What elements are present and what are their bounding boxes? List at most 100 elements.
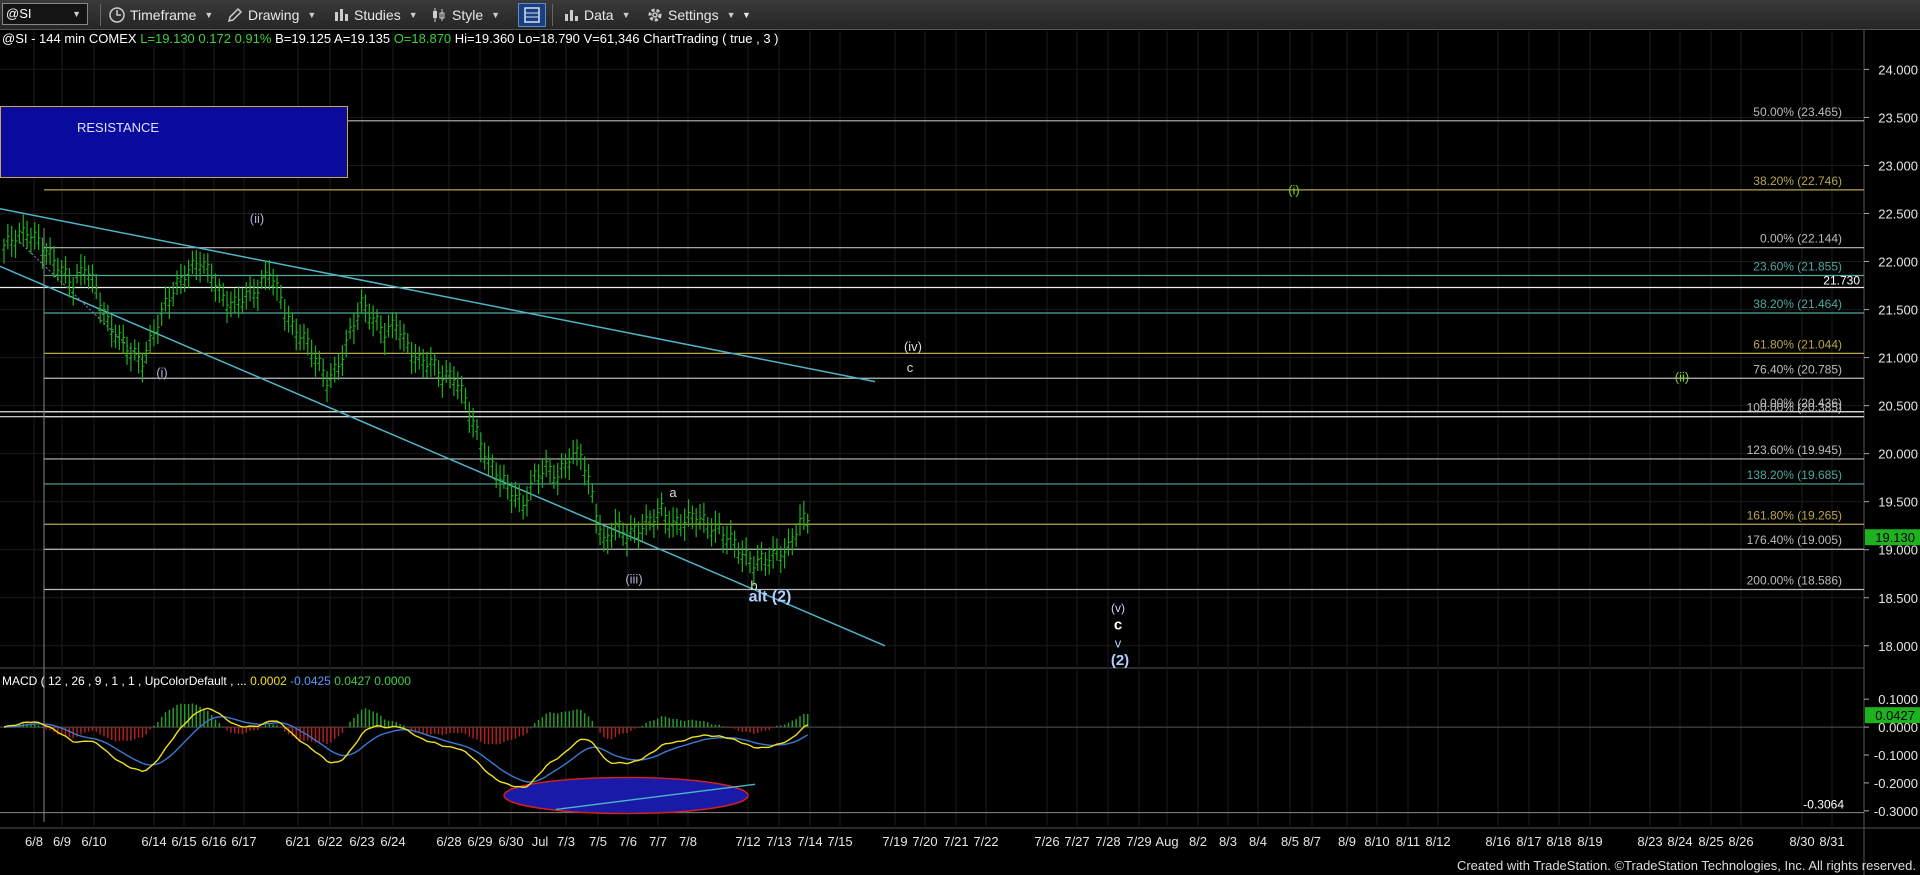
chevron-down-icon: ▼	[307, 10, 317, 20]
x-tick-label: 8/5	[1281, 834, 1299, 849]
fib-level-label: 200.00% (18.586)	[1747, 573, 1842, 587]
resistance-label: RESISTANCE	[77, 120, 160, 135]
level-label: 21.730	[1823, 273, 1860, 287]
toolbar-divider	[552, 4, 553, 26]
gear-icon	[648, 8, 662, 22]
x-tick-label: 8/25	[1698, 834, 1723, 849]
wave-label: (iv)	[904, 339, 922, 354]
x-tick-label: 8/24	[1667, 834, 1692, 849]
info-open: O=18.870	[393, 31, 452, 46]
x-tick-label: 8/9	[1338, 834, 1356, 849]
y-tick-label: 18.000	[1878, 639, 1918, 654]
x-tick-label: 6/10	[81, 834, 106, 849]
studies-button[interactable]: Studies ▼	[332, 4, 418, 26]
wave-label: (i)	[1288, 182, 1300, 197]
chevron-down-icon: ▼	[72, 9, 81, 19]
x-tick-label: 7/13	[766, 834, 791, 849]
x-tick-label: 8/23	[1637, 834, 1662, 849]
y-tick-label: 20.000	[1878, 447, 1918, 462]
x-tick-label: 6/8	[25, 834, 43, 849]
fib-level-label: 138.20% (19.685)	[1747, 468, 1842, 482]
x-tick-label: 6/24	[380, 834, 405, 849]
wave-label: alt (2)	[749, 589, 792, 606]
x-tick-label: 8/17	[1516, 834, 1541, 849]
timeframe-button[interactable]: Timeframe ▼	[108, 4, 213, 26]
x-tick-label: 7/27	[1064, 834, 1089, 849]
x-tick-label: 6/22	[317, 834, 342, 849]
info-exchange: COMEX	[88, 31, 137, 46]
drawing-button[interactable]: Drawing ▼	[226, 4, 316, 26]
macd-signal-line	[3, 716, 809, 783]
style-button[interactable]: Style ▼	[430, 4, 500, 26]
x-tick-label: 7/19	[882, 834, 907, 849]
divergence-ellipse	[503, 776, 749, 815]
y-tick-label: 19.500	[1878, 495, 1918, 510]
macd-value: 0.0002	[250, 674, 287, 688]
x-tick-label: 8/19	[1577, 834, 1602, 849]
info-change: 0.172	[198, 31, 231, 46]
pencil-icon	[227, 7, 243, 23]
data-button[interactable]: Data ▼	[562, 4, 631, 26]
y-tick-label: 21.000	[1878, 351, 1918, 366]
drawing-label: Drawing	[248, 7, 300, 23]
wave-label: (i)	[156, 365, 168, 380]
macd-signal-value: -0.0425	[290, 674, 331, 688]
toolbar-divider	[100, 4, 101, 26]
y-tick-label: 23.500	[1878, 110, 1918, 125]
x-tick-label: 7/26	[1034, 834, 1059, 849]
macd-current-label: 0.0427	[1875, 708, 1915, 723]
toolbar-overflow-icon[interactable]: ▼	[742, 4, 751, 26]
layout-toggle-button[interactable]	[518, 3, 546, 27]
fib-level-label: 176.40% (19.005)	[1747, 533, 1842, 547]
x-tick-label: 6/30	[498, 834, 523, 849]
wave-label: (iii)	[625, 571, 642, 586]
y-tick-label: 18.500	[1878, 591, 1918, 606]
symbol-input[interactable]: @SI ▼	[2, 3, 88, 25]
y-tick-label: 23.000	[1878, 158, 1918, 173]
macd-low-label: -0.3064	[1803, 798, 1844, 812]
wave-label: (ii)	[250, 211, 264, 226]
x-tick-label: 7/20	[912, 834, 937, 849]
macd-info-line: MACD ( 12 , 26 , 9 , 1 , 1 , UpColorDefa…	[2, 674, 411, 688]
macd-y-tick-label: -0.2000	[1874, 776, 1918, 791]
footer-copyright: Created with TradeStation. ©TradeStation…	[1456, 858, 1916, 873]
fib-level-label: 61.80% (21.044)	[1753, 337, 1842, 351]
x-tick-label: 6/15	[171, 834, 196, 849]
y-tick-label: 22.500	[1878, 207, 1918, 222]
x-tick-label: 6/17	[231, 834, 256, 849]
x-tick-label: 8/2	[1189, 834, 1207, 849]
fib-level-label: 161.80% (19.265)	[1747, 508, 1842, 522]
wave-label: (2)	[1111, 652, 1129, 669]
x-tick-label: Jul	[532, 834, 549, 849]
fib-level-label: 38.20% (21.464)	[1753, 297, 1842, 311]
x-tick-label: 7/28	[1095, 834, 1120, 849]
x-tick-label: 7/21	[943, 834, 968, 849]
x-tick-label: 6/14	[141, 834, 166, 849]
symbol-info-line: @SI - 144 min COMEX L=19.130 0.172 0.91%…	[2, 31, 779, 46]
x-tick-label: 8/4	[1249, 834, 1267, 849]
x-tick-label: 7/15	[827, 834, 852, 849]
x-tick-label: 6/29	[467, 834, 492, 849]
x-tick-label: 8/18	[1546, 834, 1571, 849]
x-tick-label: 6/21	[285, 834, 310, 849]
x-tick-label: 7/7	[649, 834, 667, 849]
fib-level-label: 50.00% (23.465)	[1753, 105, 1842, 119]
macd-zero-value: 0.0000	[374, 674, 411, 688]
settings-button[interactable]: Settings ▼	[646, 4, 736, 26]
x-tick-label: 8/3	[1219, 834, 1237, 849]
info-study: ChartTrading ( true , 3 )	[643, 31, 779, 46]
resistance-zone: RESISTANCE	[0, 106, 348, 178]
x-tick-label: 7/22	[973, 834, 998, 849]
x-tick-label: 8/26	[1728, 834, 1753, 849]
last-price-label: 19.130	[1875, 530, 1915, 545]
x-tick-label: 7/14	[797, 834, 822, 849]
macd-line	[3, 707, 809, 789]
x-tick-label: 6/16	[201, 834, 226, 849]
y-tick-label: 20.500	[1878, 399, 1918, 414]
timeframe-label: Timeframe	[130, 7, 197, 23]
info-symbol: @SI - 144 min	[2, 31, 86, 46]
info-pct: 0.91%	[234, 31, 272, 46]
wave-label: c	[907, 360, 914, 375]
y-tick-label: 24.000	[1878, 62, 1918, 77]
fib-level-label: 100.00% (20.385)	[1747, 401, 1842, 415]
